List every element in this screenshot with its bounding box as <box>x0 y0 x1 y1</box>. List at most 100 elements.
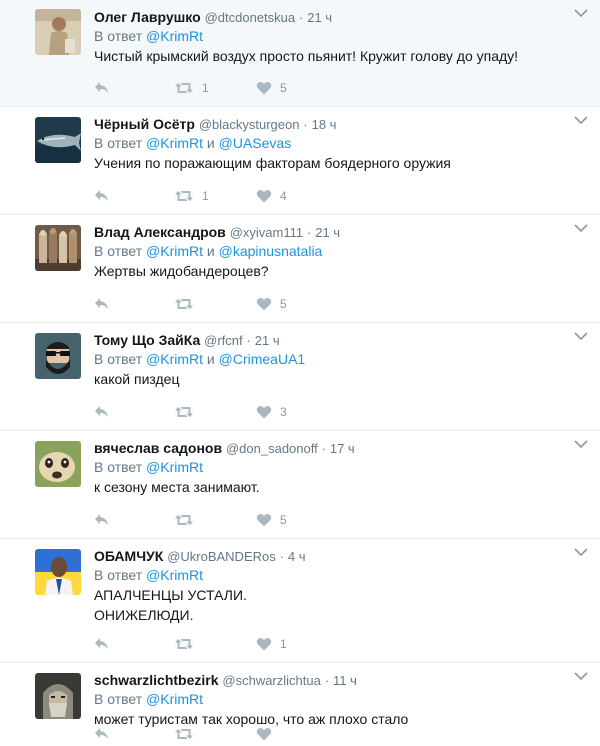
tweet-text: Жертвы жидобандероцев? <box>94 263 269 279</box>
reply-context: В ответ @KrimRt и @CrimeaUA1 <box>94 349 560 369</box>
username-handle[interactable]: @UkroBANDERos <box>167 549 276 564</box>
tweet-text: Учения по поражающим факторам боядерного… <box>94 155 451 171</box>
retweet-button[interactable] <box>174 512 194 528</box>
avatar[interactable] <box>35 117 81 163</box>
reply-mention-link[interactable]: @KrimRt <box>146 567 203 583</box>
avatar[interactable] <box>35 333 81 379</box>
chevron-down-icon[interactable] <box>574 547 590 561</box>
like-button[interactable]: 5 <box>256 512 287 528</box>
heart-icon <box>256 297 272 311</box>
timestamp[interactable]: 18 ч <box>312 117 337 132</box>
reply-icon <box>94 637 110 651</box>
display-name[interactable]: Тому Що ЗайКа <box>94 332 200 348</box>
retweet-count: 1 <box>202 81 209 95</box>
reply-button[interactable] <box>94 80 110 96</box>
timestamp[interactable]: 11 ч <box>333 673 357 688</box>
tweet-item[interactable]: schwarzlichtbezirk @schwarzlichtua · 11 … <box>0 663 600 746</box>
reply-button[interactable] <box>94 404 110 420</box>
display-name[interactable]: вячеслав садонов <box>94 440 222 456</box>
tweet-text: ОНИЖЕЛЮДИ. <box>94 607 194 623</box>
like-button[interactable]: 3 <box>256 404 287 420</box>
tweet-text: АПАЛЧЕНЦЫ УСТАЛИ. <box>94 587 247 603</box>
reply-mention-link[interactable]: @KrimRt <box>146 28 203 44</box>
like-count: 5 <box>280 297 287 311</box>
separator-dot: · <box>299 10 304 25</box>
chevron-down-icon[interactable] <box>574 331 590 345</box>
chevron-down-icon[interactable] <box>574 439 590 453</box>
reply-mention-link[interactable]: @KrimRt <box>146 459 203 475</box>
username-handle[interactable]: @xyivam111 <box>230 225 303 240</box>
retweet-icon <box>174 405 194 419</box>
reply-mention-link[interactable]: @KrimRt <box>146 135 203 151</box>
like-button[interactable] <box>256 726 272 742</box>
retweet-icon <box>174 727 194 741</box>
tweet-actions <box>94 726 334 742</box>
timestamp[interactable]: 4 ч <box>288 549 306 564</box>
chevron-down-icon[interactable] <box>574 671 590 685</box>
display-name[interactable]: Влад Александров <box>94 224 226 240</box>
username-handle[interactable]: @schwarzlichtua <box>222 673 320 688</box>
display-name[interactable]: Чёрный Осётр <box>94 116 195 132</box>
tweet-item[interactable]: Олег Лаврушко @dtcdonetskua · 21 ч В отв… <box>0 0 600 107</box>
reply-button[interactable] <box>94 296 110 312</box>
reply-context: В ответ @KrimRt <box>94 26 560 46</box>
timestamp[interactable]: 17 ч <box>330 441 355 456</box>
reply-mention-link[interactable]: @kapinusnatalia <box>219 243 323 259</box>
like-count: 5 <box>280 513 287 527</box>
like-button[interactable]: 4 <box>256 188 287 204</box>
display-name[interactable]: schwarzlichtbezirk <box>94 672 219 688</box>
reply-prefix: В ответ <box>94 28 147 44</box>
retweet-button[interactable]: 1 <box>174 80 209 96</box>
reply-mention-link[interactable]: @KrimRt <box>146 691 203 707</box>
heart-icon <box>256 637 272 651</box>
reply-prefix: В ответ <box>94 567 147 583</box>
reply-context: В ответ @KrimRt и @UASevas <box>94 133 560 153</box>
tweet-item[interactable]: вячеслав садонов @don_sadonoff · 17 ч В … <box>0 431 600 539</box>
tweet-item[interactable]: ОБАМЧУК @UkroBANDERos · 4 ч В ответ @Kri… <box>0 539 600 663</box>
avatar[interactable] <box>35 9 81 55</box>
timestamp[interactable]: 21 ч <box>315 225 340 240</box>
sturgeon-fish-icon <box>35 117 81 163</box>
reply-button[interactable] <box>94 512 110 528</box>
avatar[interactable] <box>35 225 81 271</box>
retweet-button[interactable] <box>174 404 194 420</box>
conjunction-text: и <box>203 351 219 367</box>
display-name[interactable]: ОБАМЧУК <box>94 548 163 564</box>
reply-prefix: В ответ <box>94 459 147 475</box>
avatar[interactable] <box>35 673 81 719</box>
username-handle[interactable]: @dtcdonetskua <box>205 10 296 25</box>
retweet-button[interactable] <box>174 636 194 652</box>
tweet-item[interactable]: Влад Александров @xyivam111 · 21 ч В отв… <box>0 215 600 323</box>
reply-button[interactable] <box>94 188 110 204</box>
chevron-down-icon[interactable] <box>574 8 590 22</box>
like-button[interactable]: 5 <box>256 296 287 312</box>
chevron-down-icon[interactable] <box>574 115 590 129</box>
timestamp[interactable]: 21 ч <box>307 10 332 25</box>
reply-mention-link[interactable]: @KrimRt <box>146 243 203 259</box>
display-name[interactable]: Олег Лаврушко <box>94 9 201 25</box>
reply-mention-link[interactable]: @KrimRt <box>146 351 203 367</box>
group-photo-icon <box>35 225 81 271</box>
reply-button[interactable] <box>94 726 110 742</box>
retweet-button[interactable] <box>174 726 194 742</box>
reply-mention-link[interactable]: @CrimeaUA1 <box>219 351 306 367</box>
reply-button[interactable] <box>94 636 110 652</box>
timestamp[interactable]: 21 ч <box>255 333 280 348</box>
like-button[interactable]: 1 <box>256 636 287 652</box>
username-handle[interactable]: @rfcnf <box>204 333 242 348</box>
like-button[interactable]: 5 <box>256 80 287 96</box>
username-handle[interactable]: @don_sadonoff <box>226 441 318 456</box>
avatar[interactable] <box>35 441 81 487</box>
reply-mention-link[interactable]: @UASevas <box>219 135 292 151</box>
chevron-down-icon[interactable] <box>574 223 590 237</box>
tweet-item[interactable]: Тому Що ЗайКа @rfcnf · 21 ч В ответ @Kri… <box>0 323 600 431</box>
username-handle[interactable]: @blackysturgeon <box>199 117 300 132</box>
tweet-actions: 5 <box>94 512 334 528</box>
avatar[interactable] <box>35 549 81 595</box>
tweet-item[interactable]: Чёрный Осётр @blackysturgeon · 18 ч В от… <box>0 107 600 215</box>
reply-icon <box>94 81 110 95</box>
retweet-button[interactable]: 1 <box>174 188 209 204</box>
reply-icon <box>94 513 110 527</box>
separator-dot: · <box>279 549 284 564</box>
retweet-button[interactable] <box>174 296 194 312</box>
